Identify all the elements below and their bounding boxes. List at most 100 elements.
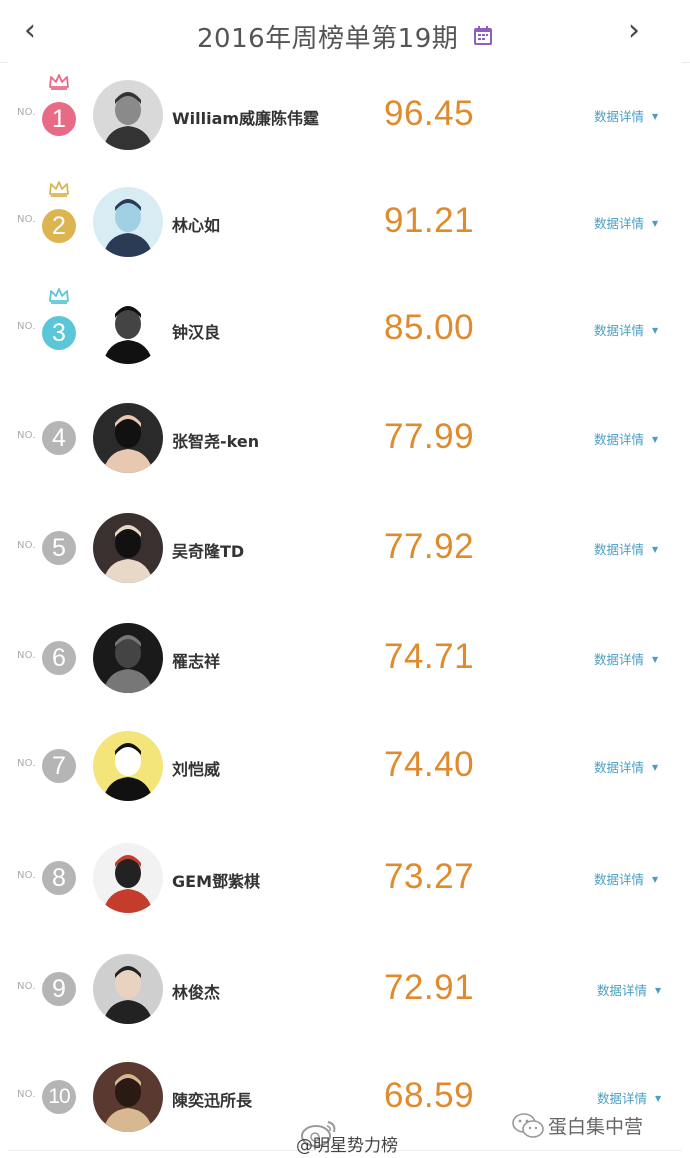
rank-number-badge: 1: [42, 102, 76, 136]
caret-down-icon: ▼: [652, 435, 659, 444]
celebrity-name[interactable]: GEM鄧紫棋: [172, 868, 260, 892]
data-detail-label: 数据详情: [594, 323, 645, 338]
wechat-logo-icon: [512, 1113, 544, 1138]
caret-down-icon: ▼: [652, 326, 659, 335]
rank-prefix-label: NO.: [17, 869, 36, 881]
score-value: 85.00: [384, 308, 475, 347]
ranking-row[interactable]: NO. 9 林俊杰 72.91 数据详情 ▼: [8, 935, 682, 1044]
data-detail-label: 数据详情: [594, 215, 645, 231]
ranking-row[interactable]: NO. 2 林心如 91.21 数据详情 ▼: [8, 168, 682, 276]
rank-number-badge: 5: [42, 531, 76, 565]
crown-icon: [49, 180, 69, 197]
data-detail-label: 数据详情: [597, 1090, 648, 1106]
ranking-row[interactable]: NO. 8 GEM鄧紫棋 73.27 数据详情 ▼: [8, 820, 682, 936]
caret-down-icon: ▼: [652, 545, 659, 554]
score-value: 77.92: [384, 527, 475, 566]
rank-number-badge: 7: [42, 749, 76, 783]
rank-number-badge: 4: [42, 421, 76, 455]
score-value: 77.99: [384, 417, 475, 456]
crown-icon: [49, 288, 69, 304]
wechat-watermark: 蛋白集中营: [548, 1116, 644, 1138]
ranking-row[interactable]: NO. 6 罹志祥 74.71 数据详情 ▼: [8, 603, 682, 713]
data-detail-link[interactable]: 数据详情 ▼: [594, 429, 658, 448]
data-detail-link[interactable]: 数据详情 ▼: [594, 213, 658, 232]
ranking-row[interactable]: NO. 1 William威廉陈伟霆 96.45 数据详情 ▼: [8, 62, 682, 169]
caret-down-icon: ▼: [652, 763, 659, 772]
rank-prefix-label: NO.: [17, 430, 36, 441]
celebrity-name[interactable]: 林心如: [172, 212, 220, 236]
avatar[interactable]: [93, 842, 163, 913]
chevron-right-icon[interactable]: ›: [618, 14, 650, 48]
caret-down-icon: ▼: [652, 218, 659, 228]
rank-prefix-label: NO.: [17, 758, 36, 769]
caret-down-icon: ▼: [652, 112, 659, 121]
caret-down-icon: ▼: [652, 654, 659, 664]
avatar[interactable]: [93, 186, 163, 257]
data-detail-link[interactable]: 数据详情 ▼: [597, 980, 661, 999]
caret-down-icon: ▼: [655, 986, 662, 995]
avatar[interactable]: [93, 294, 163, 364]
avatar[interactable]: [93, 80, 163, 150]
ranking-row[interactable]: NO. 7 刘恺威 74.40 数据详情 ▼: [8, 712, 682, 821]
celebrity-name[interactable]: William威廉陈伟霆: [172, 105, 319, 129]
rank-number-badge: 6: [42, 640, 76, 675]
caret-down-icon: ▼: [652, 874, 659, 884]
data-detail-link[interactable]: 数据详情 ▼: [597, 1088, 661, 1107]
avatar[interactable]: [93, 731, 163, 801]
data-detail-link[interactable]: 数据详情 ▼: [594, 757, 658, 776]
celebrity-name[interactable]: 罹志祥: [172, 648, 220, 672]
avatar[interactable]: [93, 954, 163, 1024]
rank-number-badge: 3: [42, 316, 76, 350]
data-detail-link[interactable]: 数据详情 ▼: [594, 649, 658, 668]
rank-prefix-label: NO.: [17, 321, 36, 332]
data-detail-label: 数据详情: [594, 109, 645, 124]
avatar[interactable]: [93, 1061, 163, 1132]
rank-number-badge: 2: [42, 208, 76, 243]
celebrity-name[interactable]: 吴奇隆TD: [172, 538, 244, 562]
score-value: 96.45: [384, 94, 475, 133]
data-detail-label: 数据详情: [597, 983, 648, 998]
ranking-row[interactable]: NO. 3 钟汉良 85.00 数据详情 ▼: [8, 275, 682, 384]
ranking-row[interactable]: NO. 4 张智尧-ken 77.99 数据详情 ▼: [8, 383, 682, 494]
rank-prefix-label: NO.: [17, 540, 36, 551]
rank-prefix-label: NO.: [17, 1088, 36, 1100]
avatar[interactable]: [93, 403, 163, 473]
calendar-icon[interactable]: [473, 25, 493, 46]
score-value: 74.71: [384, 636, 475, 676]
score-value: 73.27: [384, 856, 475, 896]
rank-prefix-label: NO.: [17, 107, 36, 118]
data-detail-link[interactable]: 数据详情 ▼: [594, 320, 658, 339]
data-detail-label: 数据详情: [594, 651, 645, 667]
ranking-row[interactable]: NO. 5 吴奇隆TD 77.92 数据详情 ▼: [8, 493, 682, 604]
weibo-watermark: @明星势力榜: [296, 1136, 398, 1156]
crown-icon: [49, 74, 69, 90]
data-detail-link[interactable]: 数据详情 ▼: [594, 869, 658, 888]
score-value: 74.40: [384, 745, 475, 784]
score-value: 68.59: [384, 1075, 475, 1115]
caret-down-icon: ▼: [655, 1093, 662, 1103]
data-detail-label: 数据详情: [594, 432, 645, 447]
celebrity-name[interactable]: 林俊杰: [172, 979, 220, 1003]
rank-number-badge: 10: [42, 1079, 76, 1114]
rank-prefix-label: NO.: [17, 213, 36, 225]
score-value: 91.21: [384, 200, 475, 240]
data-detail-label: 数据详情: [594, 871, 645, 887]
celebrity-name[interactable]: 刘恺威: [172, 756, 220, 780]
data-detail-label: 数据详情: [594, 760, 645, 775]
data-detail-link[interactable]: 数据详情 ▼: [594, 106, 658, 125]
rank-prefix-label: NO.: [17, 649, 36, 661]
avatar[interactable]: [93, 622, 163, 693]
score-value: 72.91: [384, 968, 475, 1007]
data-detail-link[interactable]: 数据详情 ▼: [594, 539, 658, 558]
page-header: ‹ 2016年周榜单第19期 ›: [0, 0, 690, 63]
celebrity-name[interactable]: 张智尧-ken: [172, 428, 259, 452]
page-title-wrap: 2016年周榜单第19期: [0, 18, 690, 55]
page-title: 2016年周榜单第19期: [196, 24, 459, 54]
celebrity-name[interactable]: 钟汉良: [172, 319, 220, 343]
rank-number-badge: 8: [42, 860, 76, 895]
avatar[interactable]: [93, 513, 163, 583]
rank-number-badge: 9: [42, 972, 76, 1006]
data-detail-label: 数据详情: [594, 542, 645, 557]
rank-prefix-label: NO.: [17, 981, 36, 992]
celebrity-name[interactable]: 陳奕迅所長: [172, 1087, 252, 1111]
